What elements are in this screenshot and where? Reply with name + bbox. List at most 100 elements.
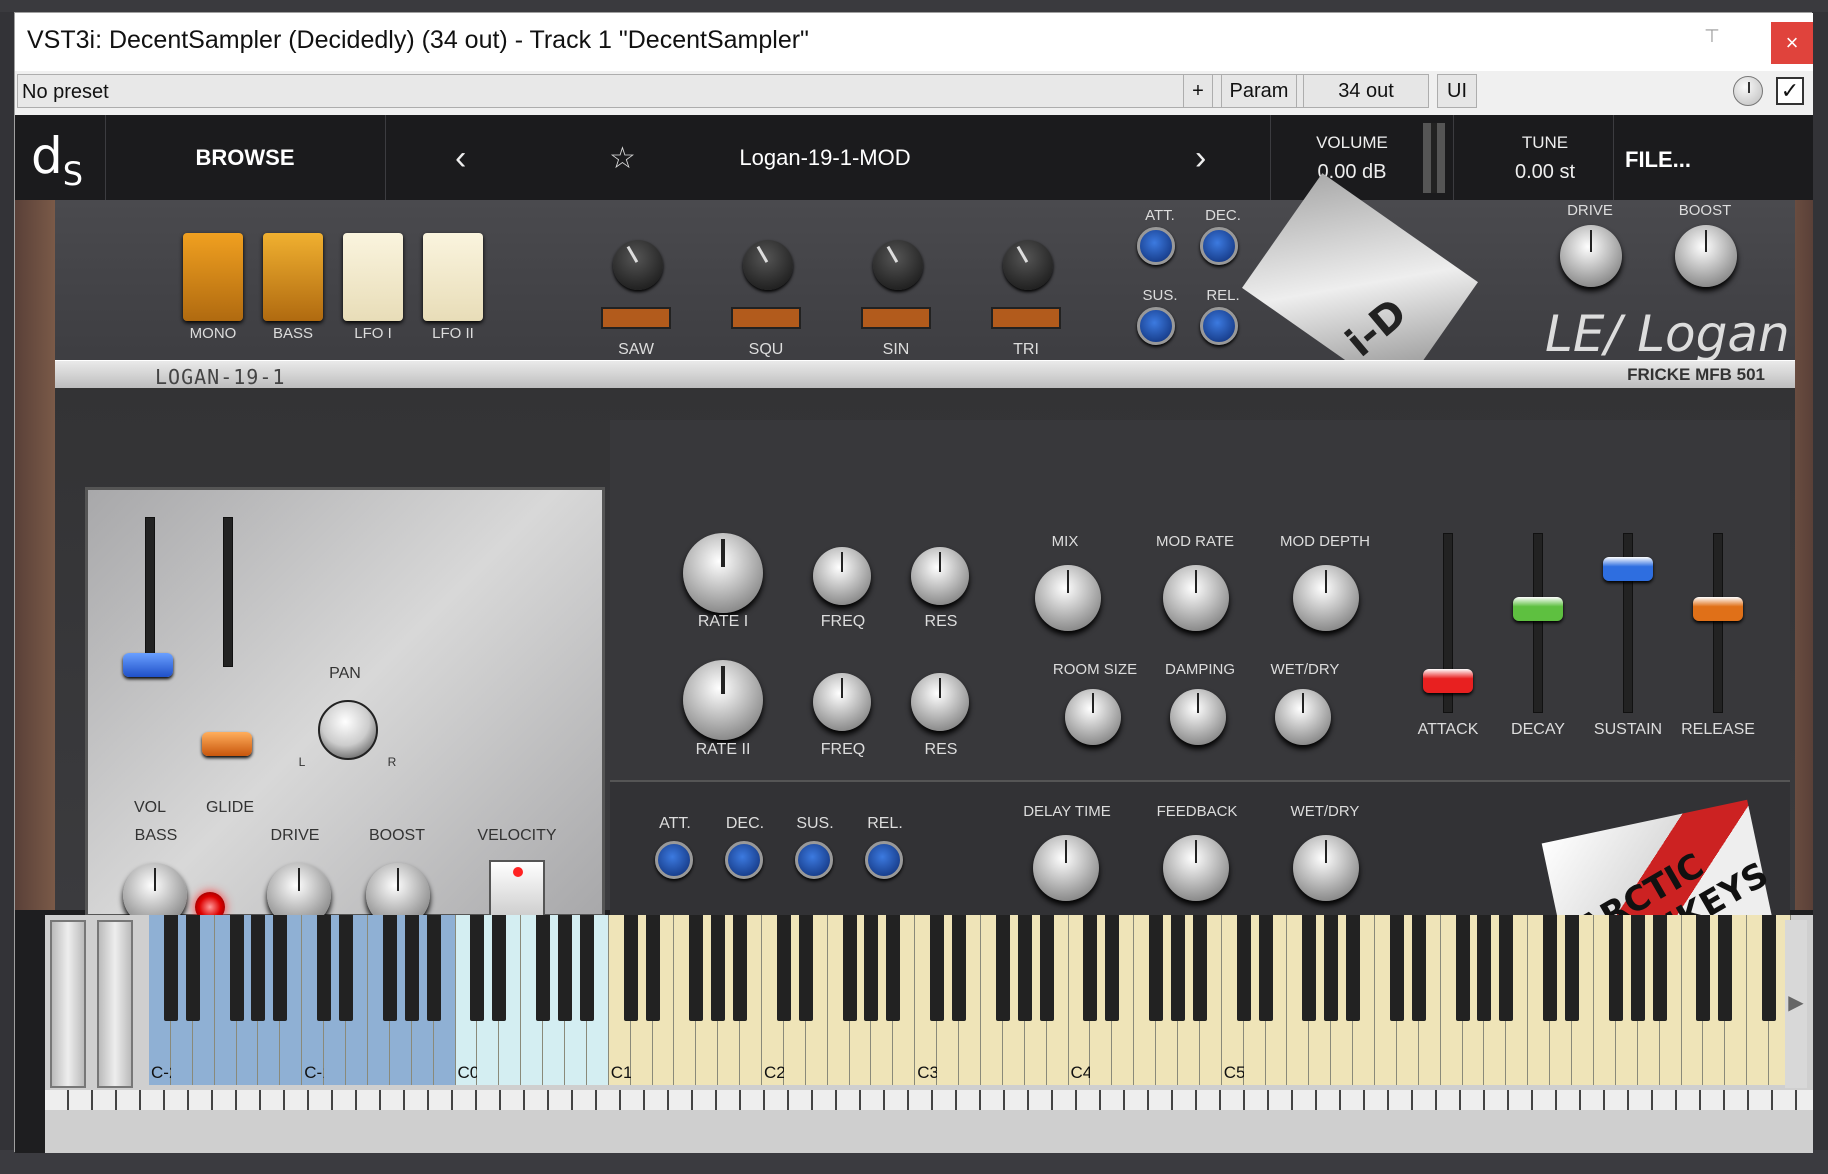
mod-wheel[interactable] (97, 920, 133, 1088)
piano-keys[interactable]: C-2 C-1 C0 C1 C2 C3 C4 C5 (149, 915, 1791, 1085)
reverb-wet-dry-knob[interactable] (1275, 689, 1331, 745)
env2-rel-knob[interactable] (865, 841, 903, 879)
black-key[interactable] (1302, 915, 1317, 1021)
black-key[interactable] (1017, 915, 1032, 1021)
black-key[interactable] (1762, 915, 1777, 1021)
decay-fader[interactable] (1513, 597, 1563, 621)
mod-rate-knob[interactable] (1163, 565, 1229, 631)
black-key[interactable] (1652, 915, 1667, 1021)
add-preset-button[interactable]: + (1183, 74, 1213, 108)
bass-toggle[interactable] (263, 233, 323, 321)
black-key[interactable] (952, 915, 967, 1021)
wet-knob[interactable] (1733, 76, 1763, 106)
black-key[interactable] (1170, 915, 1185, 1021)
black-key[interactable] (470, 915, 485, 1021)
black-key[interactable] (1696, 915, 1711, 1021)
black-key[interactable] (798, 915, 813, 1021)
volume-value[interactable]: 0.00 dB (1272, 161, 1432, 184)
squ-level-knob[interactable] (743, 240, 793, 290)
black-key[interactable] (1608, 915, 1623, 1021)
black-key[interactable] (229, 915, 244, 1021)
black-key[interactable] (404, 915, 419, 1021)
top-drive-knob[interactable] (1560, 225, 1622, 287)
black-key[interactable] (1083, 915, 1098, 1021)
mod-depth-knob[interactable] (1293, 565, 1359, 631)
black-key[interactable] (579, 915, 594, 1021)
black-key[interactable] (185, 915, 200, 1021)
black-key[interactable] (864, 915, 879, 1021)
black-key[interactable] (1455, 915, 1470, 1021)
black-key[interactable] (689, 915, 704, 1021)
black-key[interactable] (492, 915, 507, 1021)
sin-level-knob[interactable] (873, 240, 923, 290)
vol-fader[interactable] (123, 653, 173, 677)
black-key[interactable] (1149, 915, 1164, 1021)
black-key[interactable] (1499, 915, 1514, 1021)
top-boost-knob[interactable] (1675, 225, 1737, 287)
black-key[interactable] (557, 915, 572, 1021)
black-key[interactable] (842, 915, 857, 1021)
black-key[interactable] (1565, 915, 1580, 1021)
res-1-knob[interactable] (911, 547, 969, 605)
black-key[interactable] (251, 915, 266, 1021)
star-icon[interactable]: ☆ (609, 141, 636, 176)
black-key[interactable] (645, 915, 660, 1021)
black-key[interactable] (886, 915, 901, 1021)
room-size-knob[interactable] (1065, 689, 1121, 745)
squ-switch[interactable] (731, 307, 801, 329)
delay-time-knob[interactable] (1033, 835, 1099, 901)
tri-switch[interactable] (991, 307, 1061, 329)
sustain-fader[interactable] (1603, 557, 1653, 581)
env-dec-knob[interactable] (1200, 227, 1238, 265)
mono-toggle[interactable] (183, 233, 243, 321)
black-key[interactable] (1543, 915, 1558, 1021)
black-key[interactable] (1477, 915, 1492, 1021)
browse-button[interactable]: BROWSE (105, 115, 385, 200)
sin-switch[interactable] (861, 307, 931, 329)
rate-ii-knob[interactable] (683, 660, 763, 740)
black-key[interactable] (339, 915, 354, 1021)
glide-fader[interactable] (202, 732, 252, 756)
black-key[interactable] (1192, 915, 1207, 1021)
env-att-knob[interactable] (1137, 227, 1175, 265)
black-key[interactable] (1718, 915, 1733, 1021)
release-fader[interactable] (1693, 597, 1743, 621)
title-bar[interactable]: VST3i: DecentSampler (Decidedly) (34 out… (15, 13, 1813, 71)
black-key[interactable] (426, 915, 441, 1021)
previous-preset-button[interactable]: ‹ (455, 139, 466, 178)
mix-knob[interactable] (1035, 565, 1101, 631)
attack-fader[interactable] (1423, 669, 1473, 693)
saw-switch[interactable] (601, 307, 671, 329)
res-2-knob[interactable] (911, 673, 969, 731)
black-key[interactable] (711, 915, 726, 1021)
param-button[interactable]: Param (1221, 74, 1297, 108)
tri-level-knob[interactable] (1003, 240, 1053, 290)
lfo-ii-toggle[interactable] (423, 233, 483, 321)
black-key[interactable] (1630, 915, 1645, 1021)
output-routing-button[interactable]: 34 out (1303, 74, 1429, 108)
black-key[interactable] (623, 915, 638, 1021)
black-key[interactable] (776, 915, 791, 1021)
feedback-knob[interactable] (1163, 835, 1229, 901)
black-key[interactable] (317, 915, 332, 1021)
black-key[interactable] (163, 915, 178, 1021)
black-key[interactable] (1039, 915, 1054, 1021)
damping-knob[interactable] (1170, 689, 1226, 745)
env2-sus-knob[interactable] (795, 841, 833, 879)
black-key[interactable] (1324, 915, 1339, 1021)
black-key[interactable] (273, 915, 288, 1021)
black-key[interactable] (536, 915, 551, 1021)
close-button[interactable]: × (1771, 22, 1813, 64)
black-key[interactable] (1389, 915, 1404, 1021)
rate-i-knob[interactable] (683, 533, 763, 613)
file-menu-button[interactable]: FILE... (1625, 147, 1691, 173)
freq-1-knob[interactable] (813, 547, 871, 605)
delay-wet-dry-knob[interactable] (1293, 835, 1359, 901)
black-key[interactable] (382, 915, 397, 1021)
black-key[interactable] (1105, 915, 1120, 1021)
black-key[interactable] (1236, 915, 1251, 1021)
preset-dropdown[interactable]: No preset ⌵ (17, 74, 1371, 108)
black-key[interactable] (733, 915, 748, 1021)
tune-value[interactable]: 0.00 st (1465, 161, 1625, 184)
saw-level-knob[interactable] (613, 240, 663, 290)
